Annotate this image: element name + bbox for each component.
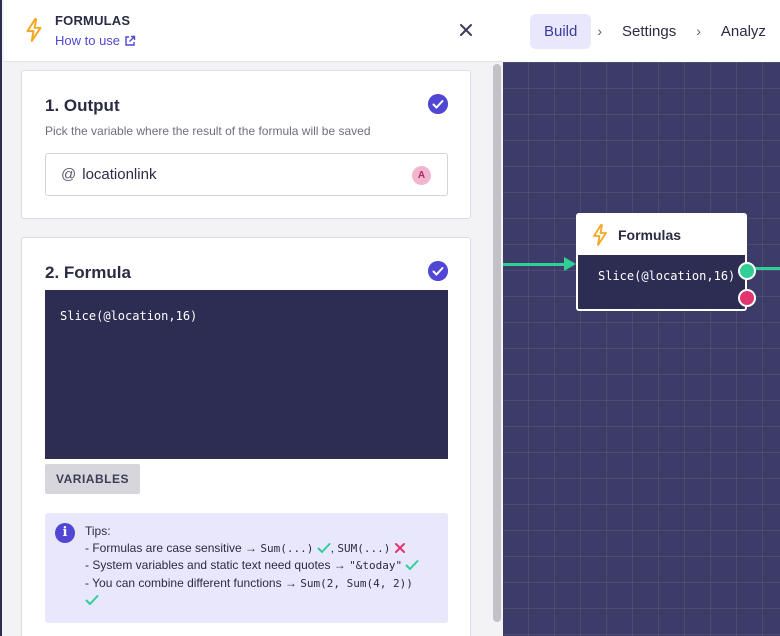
tip-bad-example: SUM(...) <box>337 541 391 555</box>
how-to-use-link[interactable]: How to use <box>55 33 136 48</box>
variables-button[interactable]: VARIABLES <box>45 464 140 494</box>
formulas-node[interactable]: Formulas Slice(@location,16) <box>576 213 756 311</box>
output-variable-value: locationlink <box>82 166 157 183</box>
variable-type-badge: A <box>412 166 431 185</box>
check-circle-icon <box>428 94 448 114</box>
flow-canvas[interactable]: Formulas Slice(@location,16) <box>502 62 780 636</box>
checkmark-icon <box>317 542 331 553</box>
incoming-connection <box>502 263 572 266</box>
tips-box: i Tips: - Formulas are case sensitive → … <box>45 513 448 623</box>
node-formula-preview: Slice(@location,16) <box>598 269 736 283</box>
lightning-bolt-icon <box>593 224 607 246</box>
tab-analyze[interactable]: Analyz <box>707 14 780 49</box>
output-description: Pick the variable where the result of th… <box>45 124 371 138</box>
formulas-panel: FORMULAS How to use 1. Output Pick the v… <box>0 0 503 636</box>
how-to-use-label: How to use <box>55 33 121 48</box>
panel-scrollbar-thumb[interactable] <box>493 64 501 622</box>
tip-case-sensitive: - Formulas are case sensitive → Sum(...)… <box>85 540 438 558</box>
tip-combine: - You can combine different functions → … <box>85 575 438 593</box>
node-header: Formulas <box>578 215 745 255</box>
checkmark-icon <box>85 595 99 605</box>
builder-topbar: Build › Settings › Analyz <box>502 0 780 62</box>
output-title: 1. Output <box>45 96 120 115</box>
check-circle-icon <box>428 261 448 281</box>
breadcrumb-separator: › <box>696 23 701 39</box>
formula-editor[interactable]: Slice(@location,16) <box>45 290 448 459</box>
outgoing-connection <box>754 267 780 270</box>
output-section: 1. Output Pick the variable where the re… <box>21 70 471 219</box>
tab-build[interactable]: Build <box>530 13 592 49</box>
tip-example: Sum(2, Sum(4, 2)) <box>300 576 413 590</box>
checkmark-icon <box>405 560 419 570</box>
tip-text: - You can combine different functions → <box>85 575 301 590</box>
tip-quotes: - System variables and static text need … <box>85 557 438 575</box>
formula-title: 2. Formula <box>45 263 131 282</box>
error-port[interactable] <box>738 289 756 307</box>
tip-good-example: Sum(...) <box>260 541 314 555</box>
tips-heading: Tips: <box>85 524 111 538</box>
variable-prefix: @ <box>61 166 77 183</box>
tip-text: - Formulas are case sensitive → <box>85 540 261 555</box>
external-link-icon <box>125 35 136 46</box>
info-icon: i <box>55 523 75 543</box>
breadcrumb-separator: › <box>597 23 603 39</box>
panel-title: FORMULAS <box>55 13 131 28</box>
lightning-bolt-icon <box>26 18 42 42</box>
tip-text: - System variables and static text need … <box>85 558 350 572</box>
tip-combine-result <box>85 592 438 609</box>
tip-example: "&today" <box>349 559 403 572</box>
close-icon[interactable] <box>456 20 476 40</box>
panel-header: FORMULAS How to use <box>4 0 503 62</box>
success-port[interactable] <box>738 262 756 280</box>
output-variable-input[interactable]: @ locationlink A <box>45 153 448 196</box>
tab-settings[interactable]: Settings <box>608 14 690 49</box>
formula-section: 2. Formula Slice(@location,16) VARIABLES… <box>21 237 471 636</box>
connection-arrow-icon <box>564 257 576 271</box>
cross-icon <box>394 542 405 553</box>
node-title: Formulas <box>618 227 682 243</box>
